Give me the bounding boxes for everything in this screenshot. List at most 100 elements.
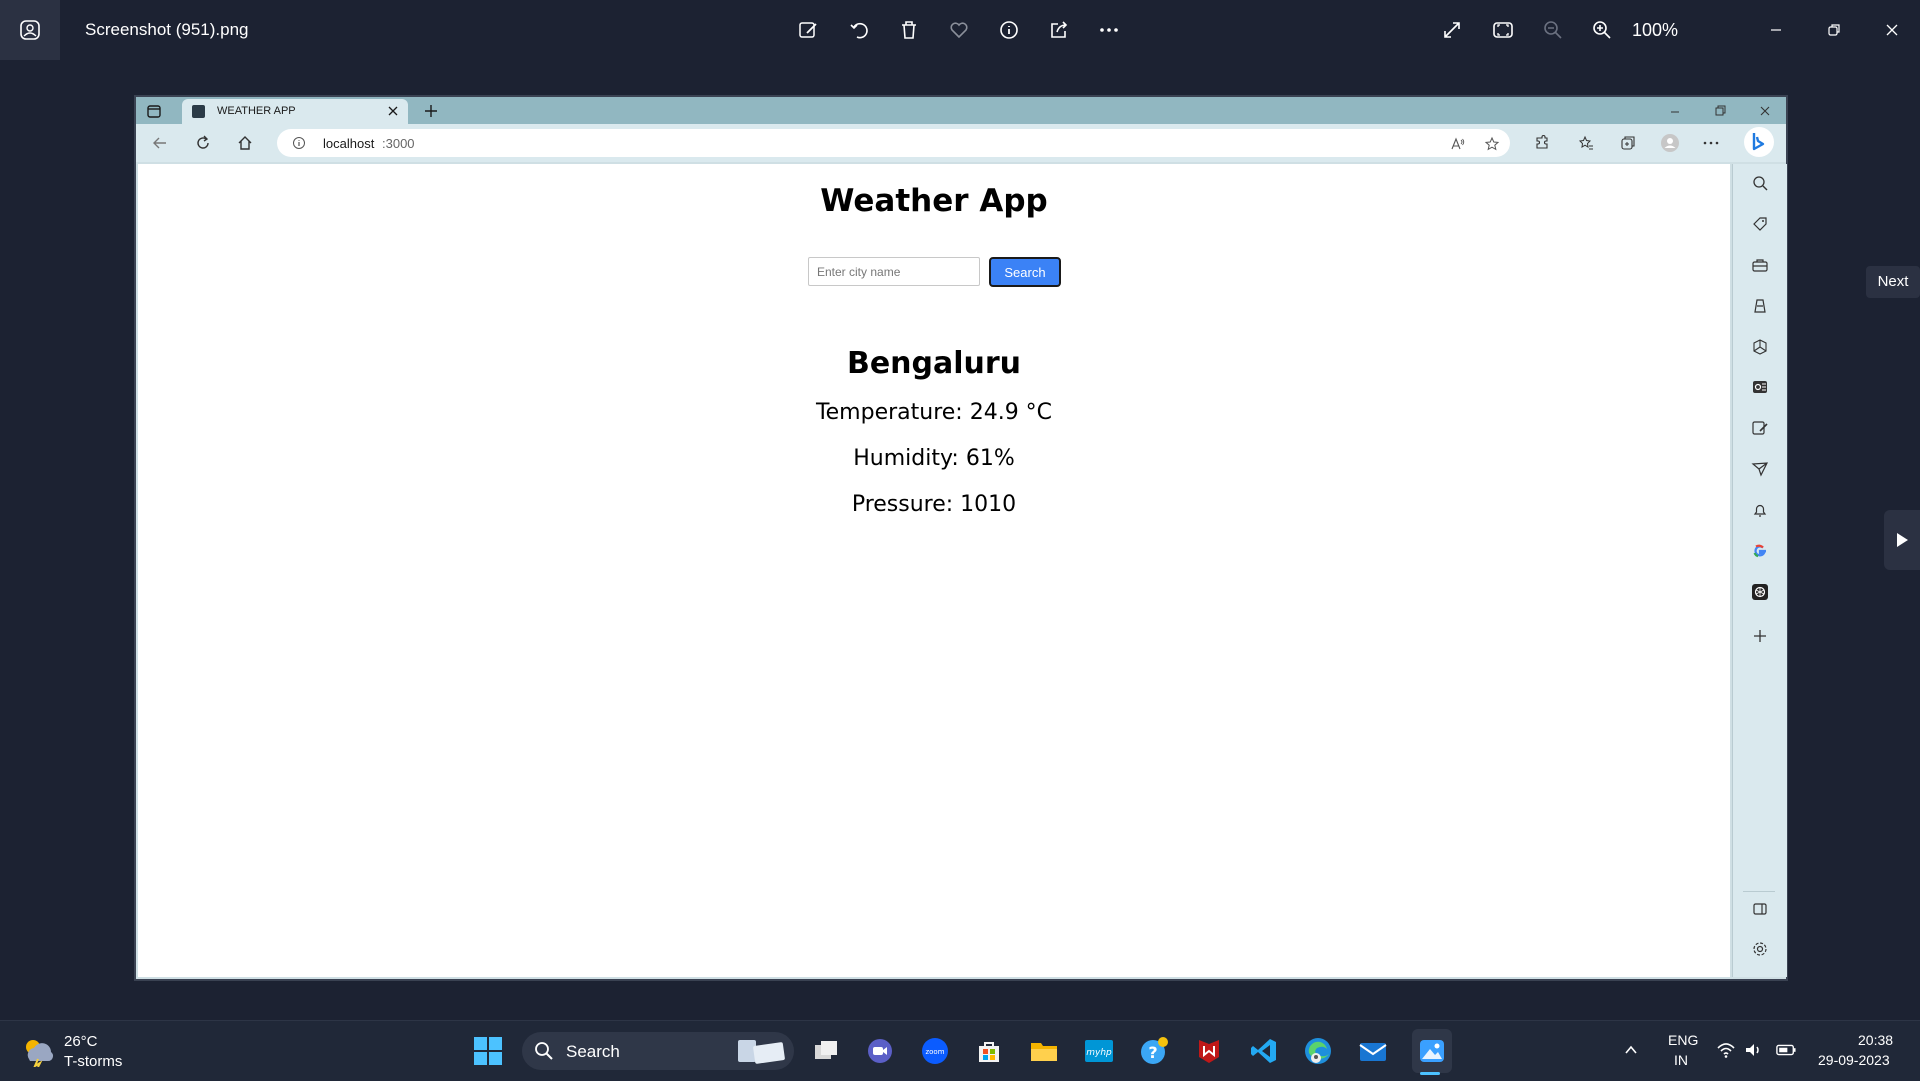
svg-text:myhp: myhp <box>1086 1048 1112 1058</box>
zoom-out-icon[interactable] <box>1537 14 1569 46</box>
sidebar-google-icon[interactable] <box>1751 542 1769 560</box>
new-tab-icon[interactable] <box>422 102 440 120</box>
zoom-in-icon[interactable] <box>1586 14 1618 46</box>
close-icon[interactable] <box>1876 14 1908 46</box>
windows-start-icon[interactable] <box>472 1035 504 1067</box>
info-icon[interactable] <box>993 14 1025 46</box>
delete-icon[interactable] <box>893 14 925 46</box>
weather-storm-icon[interactable] <box>20 1035 56 1067</box>
rotate-icon[interactable] <box>843 14 875 46</box>
profile-icon[interactable] <box>1660 133 1680 153</box>
taskbar-search-label: Search <box>566 1042 620 1061</box>
zoom-app-icon[interactable]: zoom <box>919 1035 951 1067</box>
url-host: localhost <box>323 136 375 151</box>
photos-taskbar-icon[interactable] <box>1412 1029 1452 1073</box>
favorites-icon[interactable] <box>1576 133 1596 153</box>
fullscreen-icon[interactable] <box>1436 14 1468 46</box>
sidebar-add-icon[interactable] <box>1751 627 1769 645</box>
restore-icon[interactable] <box>1818 14 1850 46</box>
browser-minimize-icon[interactable] <box>1666 102 1684 120</box>
task-view-icon[interactable] <box>810 1035 842 1067</box>
edge-icon[interactable] <box>1302 1035 1334 1067</box>
site-info-icon[interactable] <box>291 135 307 151</box>
weather-temp[interactable]: 26°C <box>64 1033 98 1050</box>
sidebar-settings-icon[interactable] <box>1751 940 1769 958</box>
collections-icon[interactable] <box>1618 133 1638 153</box>
sidebar-divider <box>1743 891 1775 892</box>
humidity-text: Humidity: 61% <box>853 446 1015 471</box>
browser-toolbar: localhost :3000 <box>136 124 1786 162</box>
taskbar: 26°C T-storms Search zoom myhp ? ENG IN … <box>0 1020 1920 1081</box>
sidebar-hide-icon[interactable] <box>1751 900 1769 918</box>
photos-icon <box>19 19 41 41</box>
read-aloud-icon[interactable] <box>1449 135 1467 153</box>
temperature-text: Temperature: 24.9 °C <box>815 400 1053 425</box>
next-image-button[interactable] <box>1884 510 1920 570</box>
volume-icon[interactable] <box>1744 1041 1764 1059</box>
browser-restore-icon[interactable] <box>1711 102 1729 120</box>
refresh-icon[interactable] <box>193 133 213 153</box>
sidebar-send-icon[interactable] <box>1751 460 1769 478</box>
file-name: Screenshot (951).png <box>85 20 249 39</box>
svg-text:?: ? <box>1148 1043 1157 1062</box>
add-favorite-icon[interactable] <box>1483 135 1501 153</box>
wifi-icon[interactable] <box>1716 1041 1736 1059</box>
tab-close-icon[interactable] <box>385 103 401 119</box>
home-icon[interactable] <box>235 133 255 153</box>
language-indicator[interactable]: ENG <box>1668 1032 1698 1048</box>
search-icon <box>534 1041 554 1061</box>
sidebar-chatgpt-icon[interactable] <box>1751 583 1769 601</box>
web-page: Weather App Search Bengaluru Temperature… <box>138 164 1730 977</box>
browser-tab[interactable]: WEATHER APP <box>182 99 408 124</box>
get-help-icon[interactable]: ? <box>1138 1035 1170 1067</box>
extensions-icon[interactable] <box>1532 133 1552 153</box>
play-arrow-icon <box>1895 532 1909 548</box>
browser-close-icon[interactable] <box>1756 102 1774 120</box>
weather-condition[interactable]: T-storms <box>64 1053 122 1070</box>
minimize-icon[interactable] <box>1760 14 1792 46</box>
file-explorer-icon[interactable] <box>1028 1035 1060 1067</box>
show-hidden-icons-icon[interactable] <box>1622 1041 1640 1059</box>
clock-date[interactable]: 29-09-2023 <box>1818 1052 1890 1068</box>
url-port: :3000 <box>382 136 415 151</box>
favorite-icon[interactable] <box>943 14 975 46</box>
edit-image-icon[interactable] <box>792 14 824 46</box>
back-icon[interactable] <box>150 133 170 153</box>
zoom-level[interactable]: 100% <box>1632 20 1678 41</box>
more-icon[interactable] <box>1093 14 1125 46</box>
photos-app-icon[interactable] <box>0 0 60 60</box>
battery-icon[interactable] <box>1776 1041 1796 1059</box>
svg-text:zoom: zoom <box>925 1048 944 1056</box>
active-app-indicator <box>1420 1072 1440 1075</box>
vscode-icon[interactable] <box>1248 1035 1280 1067</box>
tab-strip: WEATHER APP <box>136 97 1786 124</box>
sidebar-drop-icon[interactable] <box>1751 419 1769 437</box>
pressure-text: Pressure: 1010 <box>851 492 1017 517</box>
sidebar-office-icon[interactable] <box>1751 338 1769 356</box>
microsoft-store-icon[interactable] <box>973 1035 1005 1067</box>
tab-actions-icon[interactable] <box>144 101 164 121</box>
mail-icon[interactable] <box>1357 1035 1389 1067</box>
bing-chat-icon[interactable] <box>1744 127 1774 157</box>
search-button[interactable]: Search <box>989 257 1061 287</box>
settings-more-icon[interactable] <box>1701 133 1721 153</box>
mcafee-icon[interactable] <box>1193 1035 1225 1067</box>
sidebar-games-icon[interactable] <box>1751 297 1769 315</box>
sidebar-bell-icon[interactable] <box>1751 501 1769 519</box>
clock-time[interactable]: 20:38 <box>1858 1032 1893 1048</box>
teams-chat-icon[interactable] <box>864 1035 896 1067</box>
tab-title: WEATHER APP <box>217 105 296 117</box>
taskbar-search[interactable]: Search <box>522 1032 794 1070</box>
language-region[interactable]: IN <box>1674 1052 1688 1068</box>
myhp-icon[interactable]: myhp <box>1083 1035 1115 1067</box>
sidebar-shopping-tag-icon[interactable] <box>1751 215 1769 233</box>
viewer-toolbar: Screenshot (951).png 100% <box>0 0 1920 60</box>
sidebar-outlook-icon[interactable] <box>1751 378 1769 396</box>
sidebar-tools-icon[interactable] <box>1751 256 1769 274</box>
fit-to-window-icon[interactable] <box>1487 14 1519 46</box>
browser-window: WEATHER APP localhost:3000 Weather App … <box>136 97 1787 979</box>
sidebar-search-icon[interactable] <box>1751 174 1769 192</box>
city-search-input[interactable] <box>808 257 980 286</box>
address-bar[interactable]: localhost :3000 <box>277 129 1510 157</box>
share-icon[interactable] <box>1043 14 1075 46</box>
